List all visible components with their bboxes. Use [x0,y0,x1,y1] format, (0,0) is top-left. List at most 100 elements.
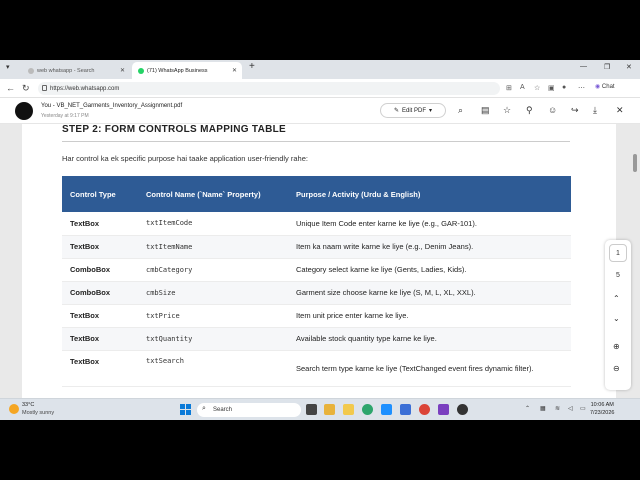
document-viewer[interactable]: STEP 2: FORM CONTROLS MAPPING TABLE Har … [0,124,640,398]
chevron-up-icon[interactable]: ⌃ [525,405,530,412]
minimize-icon[interactable]: — [580,63,587,70]
table-row: TextBox txtPrice Item unit price enter k… [62,304,571,328]
chevron-down-icon[interactable]: ⌄ [613,314,620,323]
control-name-cell: cmbSize [138,281,288,305]
control-type-cell: TextBox [62,350,138,387]
download-icon[interactable]: ⤓ [593,105,597,116]
folder-icon[interactable] [343,404,354,415]
control-type-cell: ComboBox [62,258,138,282]
search-icon[interactable]: ⌕ [458,105,463,116]
section-heading: STEP 2: FORM CONTROLS MAPPING TABLE [62,124,287,135]
current-page-number[interactable]: 1 [609,244,627,262]
refresh-icon[interactable]: ↻ [22,83,30,94]
file-name: You - VB_NET_Garments_Inventory_Assignme… [41,103,183,109]
wifi-icon[interactable]: ≋ [555,405,560,412]
table-row: TextBox txtSearch Search term type karne… [62,350,571,387]
file-timestamp: Yesterday at 9:17 PM [41,113,89,119]
language-icon[interactable]: ▦ [540,405,546,412]
pdf-header: You - VB_NET_Garments_Inventory_Assignme… [0,98,640,124]
emoji-icon[interactable]: ☺ [548,105,557,115]
chat-button[interactable]: ◉ Chat [595,83,615,90]
lock-icon [42,85,47,91]
purpose-cell: Garment size choose karne ke liye (S, M,… [288,281,571,305]
visual-studio-icon[interactable] [438,404,449,415]
page-navigation-panel: 1 5 ⌃ ⌄ ⊕ ⊖ [605,240,631,390]
tab-whatsapp[interactable]: (71) WhatsApp Business ✕ [132,62,242,79]
reader-icon[interactable]: A [520,84,525,91]
collections-icon[interactable]: ▣ [548,84,555,92]
tab-title: (71) WhatsApp Business [147,67,208,74]
edit-pdf-button[interactable]: ✎ Edit PDF ▾ [380,103,446,118]
intro-text: Har control ka ek specific purpose hai t… [62,154,308,163]
avatar [15,102,33,120]
edge-icon[interactable] [362,404,373,415]
control-type-cell: TextBox [62,212,138,236]
copilot-icon: ◉ [595,84,601,90]
purpose-cell: Available stock quantity type karne ke l… [288,327,571,351]
favorite-icon[interactable]: ☆ [534,84,540,92]
task-view-icon[interactable] [306,404,317,415]
profile-icon[interactable]: ● [562,84,566,91]
chrome-icon[interactable] [419,404,430,415]
file-explorer-icon[interactable] [324,404,335,415]
start-button[interactable] [180,404,191,415]
control-type-cell: TextBox [62,304,138,328]
purpose-cell: Category select karne ke liye (Gents, La… [288,258,571,282]
controls-table: Control Type Control Name (`Name` Proper… [62,176,571,387]
comment-icon[interactable]: ▤ [481,105,490,116]
more-icon[interactable]: ⋯ [578,84,585,92]
url-field[interactable]: https://web.whatsapp.com [38,82,500,95]
volume-icon[interactable]: ◁ [568,405,573,412]
tab-actions-icon[interactable]: ▾ [6,63,10,71]
clock[interactable]: 10:06 AM 7/23/2026 [590,401,614,417]
column-header: Purpose / Activity (Urdu & English) [296,189,421,199]
close-tab-icon[interactable]: ✕ [232,67,237,74]
back-icon[interactable]: ← [6,83,15,93]
zoom-out-icon[interactable]: ⊖ [613,364,620,373]
address-bar: ← ↻ https://web.whatsapp.com ⊞ A ☆ ▣ ● ⋯… [0,79,640,98]
pin-icon[interactable]: ⚲ [526,105,533,116]
tab-bar: ▾ web whatsapp - Search ✕ (71) WhatsApp … [0,60,640,79]
pdf-page: STEP 2: FORM CONTROLS MAPPING TABLE Har … [22,124,616,398]
star-icon[interactable]: ☆ [503,105,511,116]
app-icon[interactable] [457,404,468,415]
close-window-icon[interactable]: ✕ [626,63,632,71]
purpose-cell: Unique Item Code enter karne ke liye (e.… [288,212,571,236]
table-row: TextBox txtItemCode Unique Item Code ent… [62,212,571,236]
url-text: https://web.whatsapp.com [50,85,120,92]
taskbar-search[interactable]: ⌕ Search [197,403,301,417]
scrollbar[interactable] [633,154,637,172]
sun-icon[interactable] [9,404,19,414]
close-icon[interactable]: ✕ [616,105,624,116]
edit-pdf-label: Edit PDF [402,107,427,114]
maximize-icon[interactable]: ❐ [604,63,610,71]
chat-label: Chat [601,84,615,90]
chevron-down-icon: ▾ [429,108,433,114]
apps-icon[interactable]: ⊞ [506,84,512,92]
chevron-up-icon[interactable]: ⌃ [613,294,620,303]
purpose-cell: Item unit price enter karne ke liye. [288,304,571,328]
column-header: Control Name (`Name` Property) [146,189,261,199]
close-tab-icon[interactable]: ✕ [120,67,125,74]
forward-icon[interactable]: ↪ [571,105,579,116]
tab-search[interactable]: web whatsapp - Search ✕ [22,62,130,79]
zoom-in-icon[interactable]: ⊕ [613,342,620,351]
whatsapp-favicon-icon [138,67,144,74]
app-icon[interactable] [400,404,411,415]
tab-title: web whatsapp - Search [37,67,95,74]
control-type-cell: ComboBox [62,281,138,305]
control-name-cell: txtPrice [138,304,288,328]
column-header: Control Type [70,189,116,199]
control-type-cell: TextBox [62,327,138,351]
control-name-cell: txtQuantity [138,327,288,351]
temperature: 33°C [22,402,35,408]
control-name-cell: txtItemName [138,235,288,259]
search-icon: ⌕ [202,405,206,412]
control-name-cell: cmbCategory [138,258,288,282]
search-favicon-icon [28,67,34,74]
store-icon[interactable] [381,404,392,415]
new-tab-icon[interactable]: + [249,61,255,72]
table-row: TextBox txtQuantity Available stock quan… [62,327,571,351]
control-type-cell: TextBox [62,235,138,259]
battery-icon[interactable]: ▭ [580,405,586,412]
